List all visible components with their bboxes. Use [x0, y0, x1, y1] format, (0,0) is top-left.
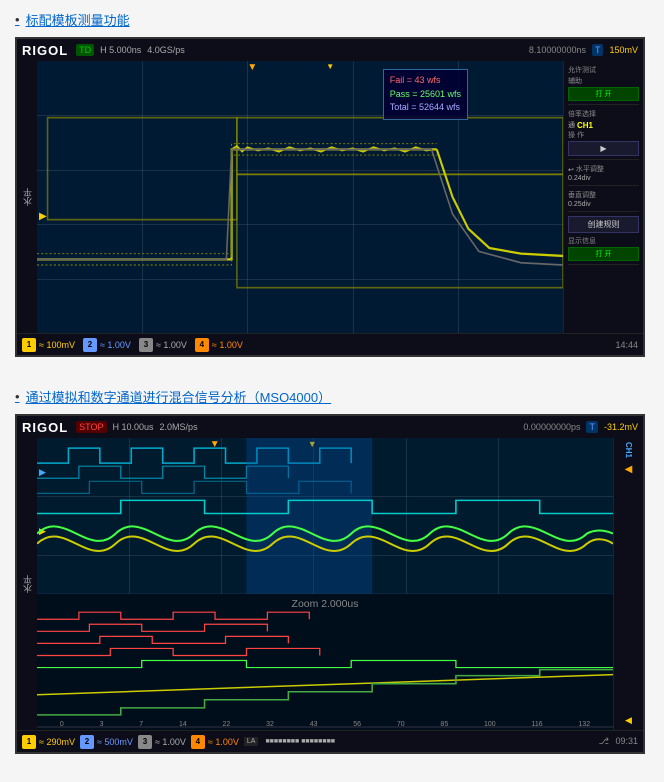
scope1-trigger-time: 8.10000000ns	[529, 45, 586, 55]
ch1-val: ≈ 100mV	[39, 340, 75, 350]
channel-display: CH1	[577, 121, 593, 130]
panel-show-info-section: 显示信息 打 开	[568, 236, 639, 265]
scope1-header: RIGOL TD H 5.000ns 4.0GS/ps 8.10000000ns…	[17, 39, 643, 61]
rigol-logo-1: RIGOL	[22, 43, 68, 58]
panel-advanced-test-section: 允许测试 辅助 打 开	[568, 65, 639, 105]
play-btn[interactable]: ▶	[568, 141, 639, 156]
scope1-time: 14:44	[615, 340, 638, 350]
scope1-left-label: 水平	[17, 61, 37, 333]
panel-mask-section: 倍率选择 通 CH1 操 作 ▶	[568, 109, 639, 160]
scope2-body: 水平 ▼ ▼ ▶	[17, 438, 643, 730]
scope2-ch3-num: 3	[138, 735, 152, 749]
scope2-ch1-val: ≈ 290mV	[39, 737, 75, 747]
ch3-num: 3	[139, 338, 153, 352]
scope2-trigger-up: ◀	[625, 464, 633, 475]
scope2-ch4-num: 4	[191, 735, 205, 749]
scope2-left-label: 水平	[17, 438, 37, 730]
scope1-mode: TD	[76, 44, 94, 56]
ch4-status: 4 ≈ 1.00V	[195, 338, 243, 352]
ch2-num: 2	[83, 338, 97, 352]
scope2-time: ⎇ 09:31	[599, 736, 638, 747]
time-markers: 0 3 7 14 22 32 43 56 70 85 100 116 132	[37, 721, 613, 728]
scope1-status-bar: 1 ≈ 100mV 2 ≈ 1.00V 3 ≈ 1.00V 4 ≈ 1.00V …	[17, 333, 643, 355]
ch4-num: 4	[195, 338, 209, 352]
h-adjust-row: ↩ 水平调整	[568, 164, 639, 175]
through-label: 通	[568, 120, 575, 130]
scope2-right-panel: CH1 ◀ ◀	[613, 438, 643, 730]
ch1-status: 1 ≈ 100mV	[22, 338, 75, 352]
scope2-ch3-status: 3 ≈ 1.00V	[138, 735, 186, 749]
panel-v-adjust-section: 垂直调整 0.25div	[568, 190, 639, 212]
section2-link[interactable]: 通过模拟和数字通道进行混合信号分析（MSO4000）	[15, 387, 649, 406]
rigol-logo-2: RIGOL	[22, 420, 68, 435]
scope2-ch1-status: 1 ≈ 290mV	[22, 735, 75, 749]
scope2-header-info: STOP H 10.00us 2.0MS/ps 0.00000000ps T -…	[76, 421, 638, 433]
scope1-waveform-area: ▼ ▼ ▶	[37, 61, 563, 333]
scope1-trigger-badge: T	[592, 44, 604, 56]
open-btn-2[interactable]: 打 开	[568, 247, 639, 261]
scope2-ch2-marker-right: ◀	[625, 715, 632, 726]
panel-h-adjust-section: ↩ 水平调整 0.24div	[568, 164, 639, 186]
scope2-mode: STOP	[76, 421, 106, 433]
scope2-ch3-val: ≈ 1.00V	[155, 737, 186, 747]
scope2-voltage: -31.2mV	[604, 422, 638, 432]
scope2-time-div: H 10.00us	[113, 422, 154, 432]
scope1-container: RIGOL TD H 5.000ns 4.0GS/ps 8.10000000ns…	[15, 37, 645, 357]
open-btn-1[interactable]: 打 开	[568, 87, 639, 101]
ch3-val: ≈ 1.00V	[156, 340, 187, 350]
total-count: Total = 52644 wfs	[390, 101, 461, 115]
scope1-info-box: Fail = 43 wfs Pass = 25601 wfs Total = 5…	[383, 69, 468, 120]
scope2-container: RIGOL STOP H 10.00us 2.0MS/ps 0.00000000…	[15, 414, 645, 754]
fail-count: Fail = 43 wfs	[390, 74, 461, 88]
scope1-sample-rate: 4.0GS/ps	[147, 45, 185, 55]
usb-icon: ⎇	[599, 736, 609, 746]
svg-text:Zoom 2.000us: Zoom 2.000us	[292, 599, 359, 610]
scope1-body: 水平 ▼ ▼ ▶	[17, 61, 643, 333]
scope2-ch1-num: 1	[22, 735, 36, 749]
scope2-ch1-label: CH1	[624, 442, 633, 458]
scope2-ch4-val: ≈ 1.00V	[208, 737, 239, 747]
scope2-trigger-badge: T	[586, 421, 598, 433]
operation-label: 操 作	[568, 130, 639, 140]
scope2-ch2-num: 2	[80, 735, 94, 749]
pass-count: Pass = 25601 wfs	[390, 88, 461, 102]
scope2-sample-rate: 2.0MS/ps	[160, 422, 198, 432]
scope2-ch4-status: 4 ≈ 1.00V	[191, 735, 239, 749]
ch1-num: 1	[22, 338, 36, 352]
ch3-status: 3 ≈ 1.00V	[139, 338, 187, 352]
scope2-trigger-time: 0.00000000ps	[523, 422, 580, 432]
section-divider	[15, 375, 649, 387]
scope2-ch2-status: 2 ≈ 500mV	[80, 735, 133, 749]
la-channels-indicator: ■■■■■■■■ ■■■■■■■■	[265, 738, 335, 745]
la-badge: LA	[244, 737, 259, 746]
create-rule-btn[interactable]: 创建规则	[568, 216, 639, 233]
scope1-time-div: H 5.000ns	[100, 45, 141, 55]
ch4-val: ≈ 1.00V	[212, 340, 243, 350]
scope2-header: RIGOL STOP H 10.00us 2.0MS/ps 0.00000000…	[17, 416, 643, 438]
section1-link[interactable]: 标配模板测量功能	[15, 10, 649, 29]
scope1-right-panel: 允许测试 辅助 打 开 倍率选择 通 CH1 操 作 ▶ ↩ 水平	[563, 61, 643, 333]
scope2-ch2-val: ≈ 500mV	[97, 737, 133, 747]
scope1-header-info: TD H 5.000ns 4.0GS/ps 8.10000000ns T 150…	[76, 44, 638, 56]
scope2-waveform-area: ▼ ▼ ▶ ▶ ▶	[37, 438, 613, 730]
h-value: 0.24div	[568, 175, 639, 182]
channel-row: 通 CH1	[568, 120, 639, 130]
v-value: 0.25div	[568, 201, 639, 208]
scope1-voltage: 150mV	[609, 45, 638, 55]
ch2-val: ≈ 1.00V	[100, 340, 131, 350]
scope2-status-bar: 1 ≈ 290mV 2 ≈ 500mV 3 ≈ 1.00V 4 ≈ 1.00V …	[17, 730, 643, 752]
scope1-waveform-svg	[37, 61, 563, 333]
scope2-waveform-svg: Zoom 2.000us	[37, 438, 613, 730]
ch2-status: 2 ≈ 1.00V	[83, 338, 131, 352]
page-container: 标配模板测量功能 RIGOL TD H 5.000ns 4.0GS/ps 8.1…	[0, 0, 664, 782]
